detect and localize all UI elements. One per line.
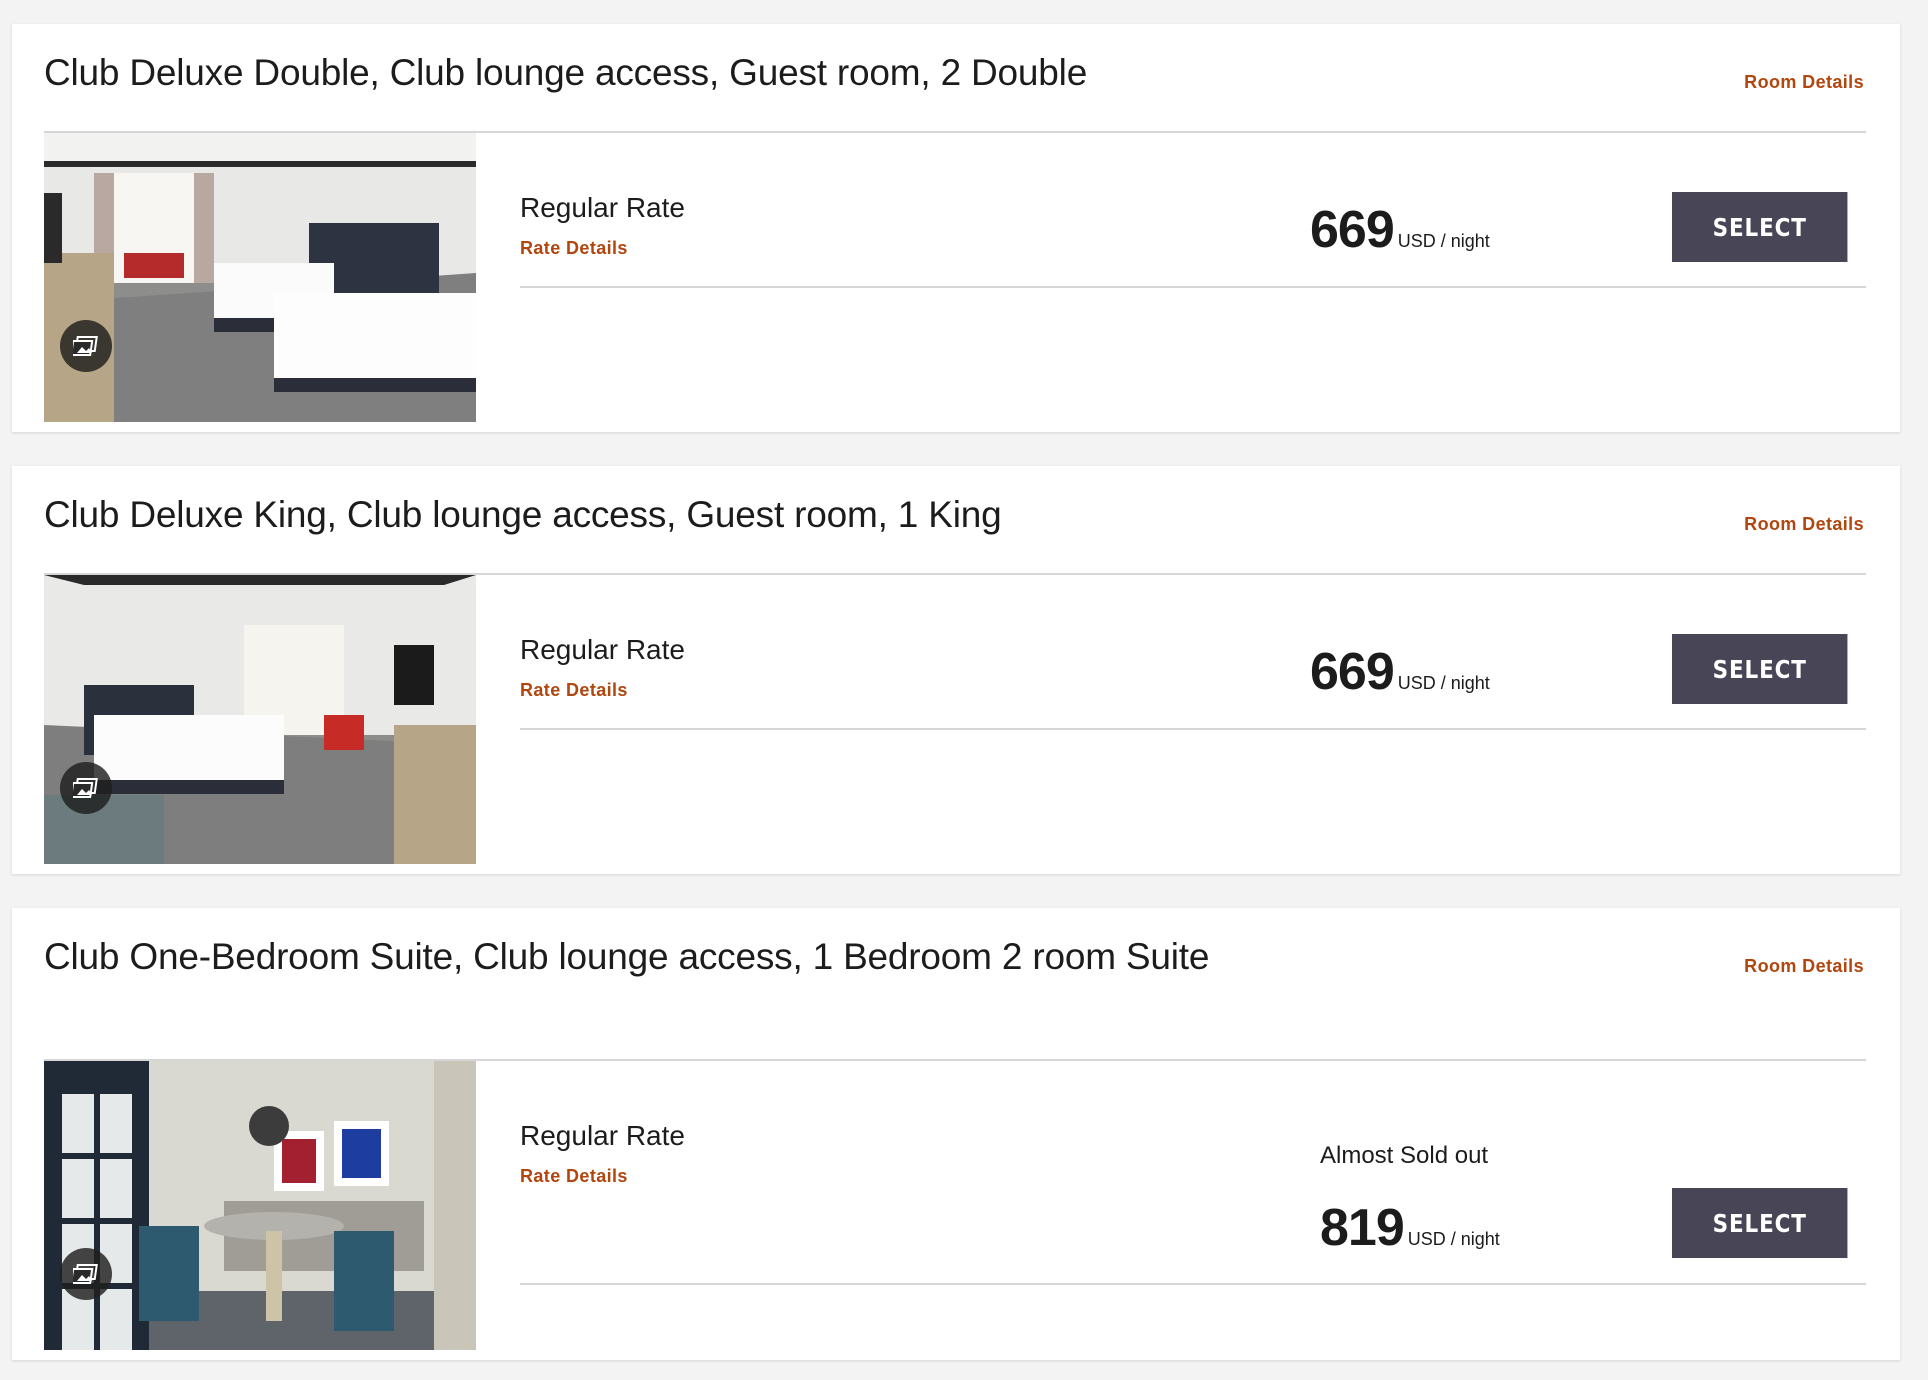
room-photo[interactable] <box>44 133 476 422</box>
room-photo[interactable] <box>44 575 476 864</box>
price: 669 USD / night <box>1310 642 1490 702</box>
room-details-link[interactable]: Room Details <box>1744 72 1864 93</box>
price-unit: USD / night <box>1397 231 1490 251</box>
rate-name: Regular Rate <box>520 192 685 223</box>
rate-details-link[interactable]: Rate Details <box>520 680 628 701</box>
price-unit: USD / night <box>1407 1229 1500 1249</box>
availability-note: Almost Sold out <box>1320 1142 1489 1169</box>
price: 819 USD / night <box>1320 1198 1500 1258</box>
price-amount: 819 <box>1320 1199 1405 1257</box>
divider <box>520 728 1866 730</box>
rate-name: Regular Rate <box>520 634 685 665</box>
price-amount: 669 <box>1310 201 1395 259</box>
room-title: Club Deluxe Double, Club lounge access, … <box>44 52 1088 93</box>
room-details-link[interactable]: Room Details <box>1744 514 1864 535</box>
rate-details-link[interactable]: Rate Details <box>520 1166 628 1187</box>
room-details-link[interactable]: Room Details <box>1744 956 1864 977</box>
gallery-button[interactable] <box>60 762 112 814</box>
room-title: Club Deluxe King, Club lounge access, Gu… <box>44 494 1002 535</box>
room-card: Club One-Bedroom Suite, Club lounge acce… <box>12 908 1900 1360</box>
gallery-button[interactable] <box>60 320 112 372</box>
select-label: SELECT <box>1712 212 1807 242</box>
gallery-icon <box>73 1264 98 1284</box>
room-photo[interactable] <box>44 1061 476 1350</box>
divider <box>520 1283 1866 1285</box>
price-amount: 669 <box>1310 643 1395 701</box>
gallery-icon <box>73 778 98 798</box>
room-card: Club Deluxe King, Club lounge access, Gu… <box>12 466 1900 874</box>
select-button[interactable]: SELECT <box>1672 634 1848 704</box>
gallery-icon <box>73 336 98 356</box>
select-label: SELECT <box>1712 654 1807 684</box>
room-title: Club One-Bedroom Suite, Club lounge acce… <box>44 936 1210 977</box>
price: 669 USD / night <box>1310 200 1490 260</box>
gallery-button[interactable] <box>60 1248 112 1300</box>
select-button[interactable]: SELECT <box>1672 192 1848 262</box>
rate-name: Regular Rate <box>520 1120 685 1151</box>
select-label: SELECT <box>1712 1208 1807 1238</box>
room-card: Club Deluxe Double, Club lounge access, … <box>12 24 1900 432</box>
select-button[interactable]: SELECT <box>1672 1188 1848 1258</box>
rate-details-link[interactable]: Rate Details <box>520 238 628 259</box>
divider <box>520 286 1866 288</box>
price-unit: USD / night <box>1397 673 1490 693</box>
